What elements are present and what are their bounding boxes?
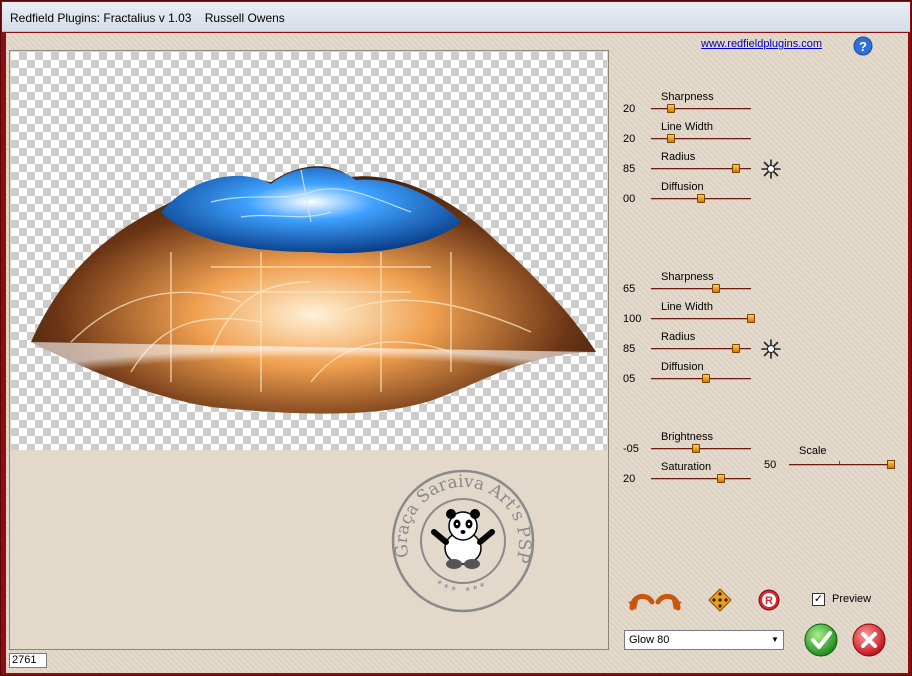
slider-value: 20 bbox=[623, 133, 636, 145]
slider-label: Line Width bbox=[661, 121, 713, 133]
slider-label: Saturation bbox=[661, 461, 712, 473]
watermark-stamp: Graça Saraiva Art's PSP *** *** bbox=[392, 469, 535, 613]
ok-button[interactable] bbox=[804, 623, 838, 657]
slider-value: 65 bbox=[623, 283, 636, 295]
slider-thumb[interactable] bbox=[717, 474, 725, 483]
status-field: 2761 bbox=[9, 653, 47, 668]
svg-text:R: R bbox=[765, 595, 773, 607]
svg-text:*** ***: *** *** bbox=[433, 577, 492, 599]
preview-checkbox[interactable]: ✓ bbox=[812, 593, 825, 606]
slider-value: 85 bbox=[623, 343, 636, 355]
slider-diffusion-1: Diffusion 00 bbox=[623, 181, 783, 211]
preview-label: Preview bbox=[832, 593, 872, 605]
slider-value: -05 bbox=[623, 443, 639, 455]
scale-thumb[interactable] bbox=[887, 460, 895, 469]
chevron-down-icon[interactable]: ▼ bbox=[767, 631, 783, 649]
slider-value: 100 bbox=[623, 313, 642, 325]
slider-label: Line Width bbox=[661, 301, 713, 313]
starburst-icon[interactable] bbox=[760, 338, 782, 360]
slider-thumb[interactable] bbox=[692, 444, 700, 453]
slider-label: Radius bbox=[661, 151, 696, 163]
randomize-dice-icon[interactable] bbox=[708, 588, 732, 612]
slider-label: Sharpness bbox=[661, 91, 714, 103]
cancel-button[interactable] bbox=[852, 623, 886, 657]
slider-thumb[interactable] bbox=[702, 374, 710, 383]
slider-sharpness-2: Sharpness 65 bbox=[623, 271, 783, 301]
window-title: Redfield Plugins: Fractalius v 1.03 Russ… bbox=[10, 11, 285, 25]
undo-redo-arrows-icon[interactable] bbox=[628, 588, 682, 612]
slider-line-width-2: Line Width 100 bbox=[623, 301, 783, 331]
slider-value: 00 bbox=[623, 193, 636, 205]
help-icon[interactable]: ? bbox=[853, 36, 873, 56]
slider-value: 20 bbox=[623, 103, 636, 115]
preview-pane[interactable]: Graça Saraiva Art's PSP *** *** bbox=[9, 50, 609, 650]
slider-track[interactable] bbox=[651, 108, 751, 110]
scale-value: 50 bbox=[764, 459, 777, 471]
slider-label: Diffusion bbox=[661, 181, 704, 193]
slider-radius-2: Radius 85 bbox=[623, 331, 783, 361]
fractal-preview-image bbox=[31, 166, 596, 414]
slider-thumb[interactable] bbox=[732, 164, 740, 173]
plugin-client-area: Graça Saraiva Art's PSP *** *** 2761 www… bbox=[6, 33, 908, 673]
website-link[interactable]: www.redfieldplugins.com bbox=[701, 38, 822, 50]
preset-dropdown[interactable]: Glow 80 ▼ bbox=[624, 630, 784, 650]
slider-track[interactable] bbox=[651, 138, 751, 140]
slider-label: Radius bbox=[661, 331, 696, 343]
slider-scale: Scale 50 bbox=[759, 445, 909, 477]
slider-thumb[interactable] bbox=[667, 104, 675, 113]
scale-track[interactable] bbox=[789, 464, 891, 466]
slider-sharpness-1: Sharpness 20 bbox=[623, 91, 783, 121]
scale-label: Scale bbox=[799, 445, 827, 457]
slider-thumb[interactable] bbox=[747, 314, 755, 323]
slider-line-width-1: Line Width 20 bbox=[623, 121, 783, 151]
plugin-window: Redfield Plugins: Fractalius v 1.03 Russ… bbox=[0, 0, 912, 676]
slider-value: 05 bbox=[623, 373, 636, 385]
slider-radius-1: Radius 85 bbox=[623, 151, 783, 181]
scale-tick bbox=[839, 461, 840, 464]
panda-icon bbox=[431, 509, 495, 569]
slider-diffusion-2: Diffusion 05 bbox=[623, 361, 783, 391]
slider-value: 20 bbox=[623, 473, 636, 485]
stamp-stars: *** *** bbox=[433, 577, 488, 599]
slider-label: Brightness bbox=[661, 431, 713, 443]
slider-track[interactable] bbox=[651, 448, 751, 450]
slider-thumb[interactable] bbox=[732, 344, 740, 353]
slider-thumb[interactable] bbox=[712, 284, 720, 293]
slider-track[interactable] bbox=[651, 478, 751, 480]
slider-thumb[interactable] bbox=[667, 134, 675, 143]
preset-value: Glow 80 bbox=[629, 634, 670, 646]
title-bar[interactable]: Redfield Plugins: Fractalius v 1.03 Russ… bbox=[2, 2, 910, 32]
reset-icon[interactable]: R bbox=[758, 589, 780, 611]
slider-thumb[interactable] bbox=[697, 194, 705, 203]
slider-track[interactable] bbox=[651, 318, 751, 320]
slider-label: Diffusion bbox=[661, 361, 704, 373]
transparency-checkerboard bbox=[11, 52, 607, 450]
slider-label: Sharpness bbox=[661, 271, 714, 283]
svg-text:?: ? bbox=[859, 39, 867, 54]
slider-track[interactable] bbox=[651, 288, 751, 290]
slider-track[interactable] bbox=[651, 378, 751, 380]
slider-value: 85 bbox=[623, 163, 636, 175]
starburst-icon[interactable] bbox=[760, 158, 782, 180]
